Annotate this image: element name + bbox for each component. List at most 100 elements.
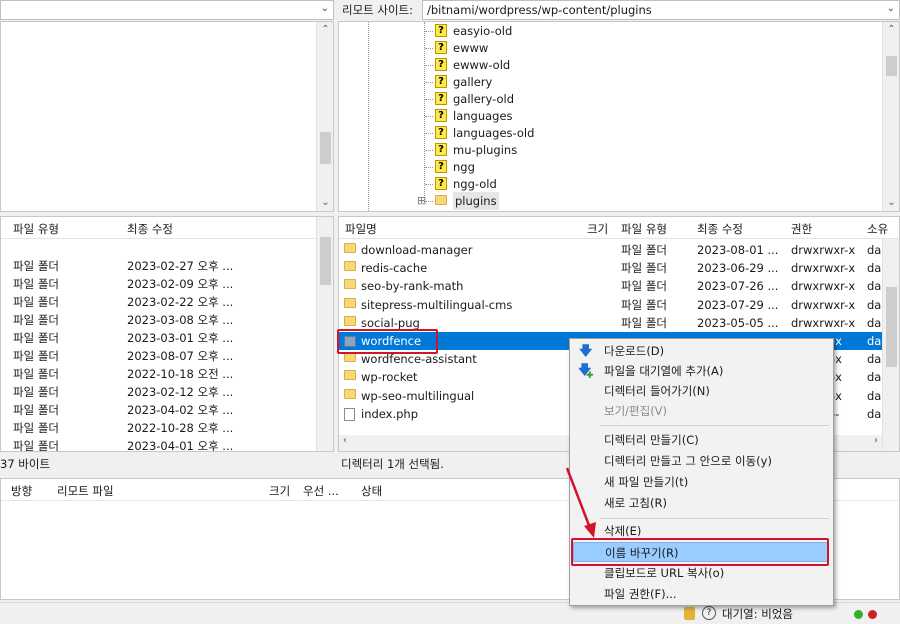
col-modified[interactable]: 최종 수정 [127, 221, 173, 237]
scroll-thumb[interactable] [886, 56, 897, 76]
table-row[interactable]: 파일 폴더 2023-03-08 오후 ... [1, 311, 333, 329]
menu-create-and-enter-directory[interactable]: 디렉터리 만들고 그 안으로 이동(y) [570, 451, 833, 471]
tree-item[interactable]: ? ewww [339, 39, 899, 57]
scroll-thumb[interactable] [320, 132, 331, 164]
table-row[interactable]: 파일 폴더 2023-02-27 오후 ... [1, 257, 333, 275]
tree-item[interactable]: ? ngg-old [339, 175, 899, 193]
table-row[interactable]: 파일 폴더 2022-10-28 오후 ... [1, 419, 333, 437]
expand-icon[interactable]: ⊞ [417, 192, 426, 210]
col-filename[interactable]: 파일명 [345, 221, 377, 237]
remote-tree-pane[interactable]: ? easyio-old? ewww? ewww-old? gallery? galler… [338, 21, 900, 212]
menu-download[interactable]: 🡇 다운로드(D) [570, 341, 833, 361]
unknown-folder-icon: ? [435, 58, 447, 71]
local-file-pane[interactable]: 파일 유형 최종 수정 파일 폴더 2023-02-27 오후 ... 파일 폴더 2… [0, 216, 334, 452]
tree-connector [425, 150, 433, 151]
cell-modified: 2023-03-01 오후 ... [127, 331, 234, 345]
cell-modified: 2023-07-29 ... [697, 297, 779, 312]
tree-connector [425, 116, 433, 117]
menu-create-file[interactable]: 새 파일 만들기(t) [570, 472, 833, 492]
col-permissions[interactable]: 권한 [791, 221, 812, 237]
col-size[interactable]: 크기 [269, 483, 290, 499]
local-list-scrollbar[interactable] [316, 217, 333, 451]
chevron-down-icon[interactable]: ⌄ [321, 3, 329, 14]
scroll-right-icon[interactable]: › [874, 435, 878, 446]
tree-item[interactable]: ? gallery [339, 73, 899, 91]
table-row[interactable]: 파일 폴더 2023-03-01 오후 ... [1, 329, 333, 347]
table-row[interactable]: 파일 폴더 2023-08-07 오후 ... [1, 347, 333, 365]
scroll-thumb[interactable] [886, 287, 897, 367]
tree-item[interactable]: ? languages-old [339, 124, 899, 142]
table-row[interactable]: sitepress-multilingual-cms 파일 폴더 2023-07-2… [339, 296, 899, 314]
help-icon: ? [702, 606, 716, 620]
tree-item[interactable]: ? gallery-old [339, 90, 899, 108]
col-size[interactable]: 크기 [587, 221, 608, 237]
menu-enter-directory[interactable]: 디렉터리 들어가기(N) [570, 381, 833, 401]
table-row[interactable]: 파일 폴더 2023-02-09 오후 ... [1, 275, 333, 293]
unknown-folder-icon: ? [435, 24, 447, 37]
menu-view-edit[interactable]: 보기/편집(V) [570, 401, 833, 421]
local-path-combo[interactable]: ⌄ [0, 0, 334, 20]
col-file-type[interactable]: 파일 유형 [621, 221, 667, 237]
table-row[interactable]: redis-cache 파일 폴더 2023-06-29 ... drwxrwxr-x… [339, 259, 899, 277]
col-remote-file[interactable]: 리모트 파일 [57, 483, 114, 499]
remote-path-combo[interactable]: /bitnami/wordpress/wp-content/plugins ⌄ [422, 0, 900, 20]
cell-modified: 2023-07-26 ... [697, 279, 779, 294]
remote-tree-scrollbar[interactable]: ⌃ ⌄ [882, 22, 899, 211]
col-direction[interactable]: 방향 [11, 483, 32, 499]
col-modified[interactable]: 최종 수정 [697, 221, 743, 237]
cell-permissions: drwxrwxr-x [791, 315, 856, 330]
table-row[interactable]: 파일 폴더 2023-04-01 오후 ... [1, 437, 333, 451]
cell-modified: 2023-03-08 오후 ... [127, 313, 234, 327]
chevron-down-icon[interactable]: ⌄ [887, 3, 895, 14]
scroll-left-icon[interactable]: ‹ [343, 435, 347, 446]
scroll-down-icon[interactable]: ⌄ [883, 195, 899, 211]
remote-list-scrollbar[interactable] [882, 239, 899, 451]
menu-file-permissions[interactable]: 파일 권한(F)... [570, 584, 833, 604]
table-row[interactable]: 파일 폴더 2022-10-18 오전 ... [1, 365, 333, 383]
table-row[interactable]: 파일 폴더 2023-02-12 오후 ... [1, 383, 333, 401]
cell-filename: wp-rocket [361, 370, 418, 385]
tree-item-label: ewww [453, 41, 489, 55]
cell-permissions: drwxrwxr-x [791, 297, 856, 312]
menu-label: 파일 권한(F)... [604, 587, 677, 601]
cell-modified: 2022-10-18 오전 ... [127, 367, 234, 381]
table-row[interactable]: seo-by-rank-math 파일 폴더 2023-07-26 ... drwxr… [339, 277, 899, 295]
tree-item[interactable]: ? ngg [339, 158, 899, 176]
tree-item[interactable]: ⊞ plugins [339, 192, 899, 210]
table-row[interactable]: 파일 폴더 2023-04-02 오후 ... [1, 401, 333, 419]
tree-item[interactable]: ? mu-plugins [339, 141, 899, 159]
table-row[interactable]: download-manager 파일 폴더 2023-08-01 ... drwxr… [339, 241, 899, 259]
menu-label: 파일을 대기열에 추가(A) [604, 364, 724, 378]
scroll-thumb[interactable] [320, 237, 331, 285]
col-priority[interactable]: 우선 ... [303, 483, 339, 499]
remote-status: 디렉터리 1개 선택됨. [341, 457, 444, 471]
local-tree-scrollbar[interactable]: ⌃ ⌄ [316, 22, 333, 211]
scroll-down-icon[interactable]: ⌄ [317, 195, 333, 211]
col-file-type[interactable]: 파일 유형 [13, 221, 59, 237]
menu-refresh[interactable]: 새로 고침(R) [570, 493, 833, 513]
scroll-up-icon[interactable]: ⌃ [317, 22, 333, 38]
menu-create-directory[interactable]: 디렉터리 만들기(C) [570, 430, 833, 450]
menu-copy-url[interactable]: 클립보드로 URL 복사(o) [570, 563, 833, 583]
scroll-up-icon[interactable]: ⌃ [883, 22, 899, 38]
cell-filename: seo-by-rank-math [361, 279, 464, 294]
cell-type: 파일 폴더 [621, 279, 667, 294]
connection-led-green-icon [854, 610, 863, 619]
tree-item[interactable]: ? ewww-old [339, 56, 899, 74]
menu-label: 새 파일 만들기(t) [604, 475, 689, 489]
tree-item-label: plugins [453, 192, 499, 210]
tree-item[interactable]: ? easyio-old [339, 22, 899, 40]
annotation-box-wordfence [337, 329, 438, 354]
col-owner[interactable]: 소유 [867, 221, 888, 237]
table-row[interactable]: 파일 폴더 2023-02-22 오후 ... [1, 293, 333, 311]
unknown-folder-icon: ? [435, 75, 447, 88]
local-tree-pane[interactable]: ⌃ ⌄ [0, 21, 334, 212]
remote-site-label: 리모트 사이트: [342, 3, 414, 17]
cell-filename: wp-seo-multilingual [361, 388, 475, 403]
col-status[interactable]: 상태 [361, 483, 382, 499]
menu-add-to-queue[interactable]: 🡇 ✚ 파일을 대기열에 추가(A) [570, 361, 833, 381]
cell-type: 파일 폴더 [13, 295, 59, 309]
tree-item[interactable]: ? languages [339, 107, 899, 125]
menu-label: 디렉터리 들어가기(N) [604, 384, 710, 398]
cell-type: 파일 폴더 [13, 367, 59, 381]
